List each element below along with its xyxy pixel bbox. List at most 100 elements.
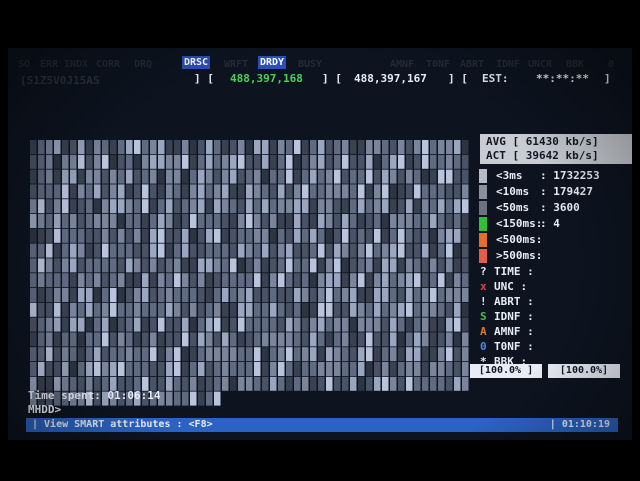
- block-cell: [302, 273, 309, 288]
- command-prompt[interactable]: MHDD>: [28, 403, 61, 417]
- block-cell: [438, 140, 445, 154]
- block-cell: [206, 302, 213, 317]
- block-cell: [358, 228, 365, 243]
- block-cell: [134, 317, 141, 332]
- block-cell: [134, 258, 141, 273]
- block-cell: [198, 376, 205, 391]
- block-cell: [142, 243, 149, 258]
- block-cell: [94, 154, 101, 169]
- block-cell: [446, 228, 453, 243]
- block-cell: [422, 332, 429, 347]
- block-cell: [366, 376, 373, 391]
- flag-uncr: UNCR: [528, 59, 553, 70]
- block-cell: [118, 332, 125, 347]
- block-cell: [446, 184, 453, 199]
- block-cell: [390, 169, 397, 184]
- block-cell: [86, 154, 93, 169]
- block-cell: [166, 140, 173, 154]
- block-cell: [374, 362, 381, 376]
- block-cell: [166, 302, 173, 317]
- block-cell: [302, 243, 309, 258]
- block-cell: [334, 332, 341, 347]
- block-cell: [294, 362, 301, 376]
- block-cell: [38, 288, 45, 302]
- block-cell: [166, 169, 173, 184]
- block-cell: [62, 199, 69, 214]
- block-cell: [118, 302, 125, 317]
- block-cell: [142, 362, 149, 376]
- est-label: EST:: [482, 72, 509, 85]
- block-cell: [398, 214, 405, 228]
- block-cell: [78, 258, 85, 273]
- block-cell: [254, 288, 261, 302]
- block-cell: [398, 184, 405, 199]
- block-cell: [262, 317, 269, 332]
- block-cell: [238, 184, 245, 199]
- block-cell: [206, 317, 213, 332]
- block-cell: [174, 391, 181, 406]
- block-cell: [406, 184, 413, 199]
- block-cell: [54, 199, 61, 214]
- block-cell: [158, 362, 165, 376]
- block-cell: [286, 273, 293, 288]
- block-cell: [414, 243, 421, 258]
- block-cell: [462, 214, 469, 228]
- block-cell: [358, 184, 365, 199]
- block-cell: [318, 288, 325, 302]
- block-cell: [230, 347, 237, 362]
- block-cell: [206, 362, 213, 376]
- block-cell: [198, 347, 205, 362]
- block-cell: [350, 154, 357, 169]
- block-cell: [278, 243, 285, 258]
- block-cell: [190, 347, 197, 362]
- block-cell: [166, 258, 173, 273]
- block-cell: [358, 169, 365, 184]
- block-cell: [142, 273, 149, 288]
- block-cell: [174, 154, 181, 169]
- block-cell: [326, 184, 333, 199]
- block-cell: [86, 317, 93, 332]
- block-cell: [214, 228, 221, 243]
- block-cell: [166, 332, 173, 347]
- block-cell: [446, 154, 453, 169]
- block-cell: [238, 214, 245, 228]
- block-cell: [262, 243, 269, 258]
- block-cell: [38, 243, 45, 258]
- block-cell: [454, 228, 461, 243]
- block-cell: [462, 288, 469, 302]
- block-cell: [302, 302, 309, 317]
- block-cell: [190, 376, 197, 391]
- block-cell: [382, 273, 389, 288]
- smart-hint[interactable]: | View SMART attributes : <F8>: [32, 418, 213, 432]
- block-cell: [446, 140, 453, 154]
- block-cell: [38, 258, 45, 273]
- block-cell: [78, 302, 85, 317]
- block-cell: [78, 332, 85, 347]
- block-cell: [406, 214, 413, 228]
- flag-drdy: DRDY: [258, 56, 287, 69]
- block-cell: [182, 214, 189, 228]
- block-cell: [70, 140, 77, 154]
- block-cell: [438, 258, 445, 273]
- block-cell: [318, 154, 325, 169]
- block-cell: [358, 214, 365, 228]
- block-cell: [198, 332, 205, 347]
- block-cell: [382, 199, 389, 214]
- block-cell: [254, 243, 261, 258]
- block-cell: [54, 184, 61, 199]
- block-cell: [278, 169, 285, 184]
- block-cell: [454, 258, 461, 273]
- block-cell: [294, 258, 301, 273]
- error-label: TIME :: [494, 265, 534, 278]
- block-cell: [174, 169, 181, 184]
- block-cell: [286, 140, 293, 154]
- block-cell: [358, 258, 365, 273]
- time-spent: Time spent: 01:06:14: [28, 389, 161, 402]
- block-cell: [254, 258, 261, 273]
- block-cell: [262, 376, 269, 391]
- block-cell: [454, 317, 461, 332]
- block-cell: [30, 332, 37, 347]
- block-cell: [182, 317, 189, 332]
- block-cell: [326, 243, 333, 258]
- block-cell: [310, 199, 317, 214]
